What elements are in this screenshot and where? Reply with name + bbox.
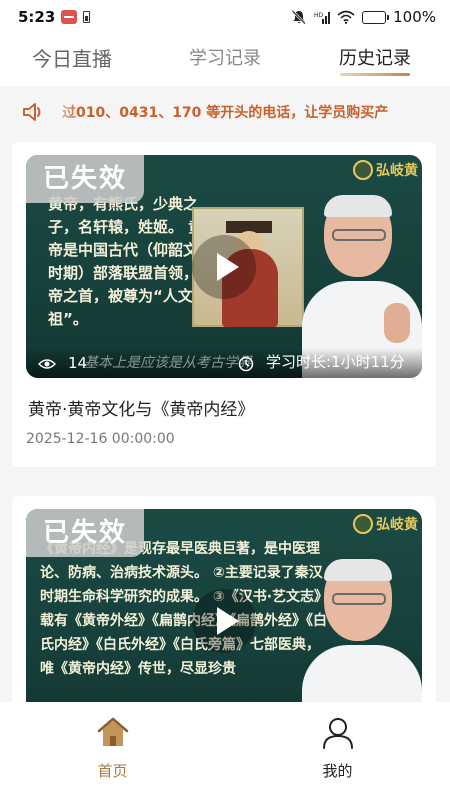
play-button[interactable]	[192, 588, 256, 653]
seal-icon	[353, 514, 373, 534]
course-card[interactable]: 黄帝，有熊氏，少典之子，名轩辕，姓姬。 黄帝是中国古代（仰韶文化时期）部落联盟首…	[12, 142, 436, 467]
thumbnail-slide-text: 黄帝，有熊氏，少典之子，名轩辕，姓姬。 黄帝是中国古代（仰韶文化时期）部落联盟首…	[48, 195, 214, 328]
bell-off-icon	[291, 10, 306, 25]
top-tabs: 今日直播 学习记录 历史记录	[0, 34, 450, 86]
status-right: HD 100%	[291, 8, 436, 26]
tab-label: 历史记录	[339, 48, 411, 69]
expired-badge: 已失效	[26, 509, 144, 557]
active-tab-indicator	[340, 73, 410, 76]
brand-logo: 弘岐黄	[353, 513, 418, 535]
home-icon	[97, 717, 128, 746]
video-thumbnail[interactable]: 《黄帝内经》是现存最早医典巨著，是中医理论、防病、治病技术源头。 ②主要记录了秦…	[26, 509, 422, 732]
clock-icon	[238, 356, 254, 372]
video-subtitle: 基本上是应该是从考古学界	[84, 355, 252, 371]
video-thumbnail[interactable]: 黄帝，有熊氏，少典之子，名轩辕，姓姬。 黄帝是中国古代（仰韶文化时期）部落联盟首…	[26, 155, 422, 378]
battery-icon	[362, 10, 390, 24]
eye-icon	[38, 359, 56, 369]
speaker-icon	[23, 103, 41, 121]
status-bar: 5:23 HD 100%	[0, 0, 450, 34]
user-icon	[322, 718, 353, 749]
course-title: 黄帝·黄帝文化与《黄帝内经》	[28, 400, 255, 420]
tab-label: 今日直播	[32, 47, 112, 71]
bottom-nav: 首页 我的	[0, 702, 450, 800]
nav-label: 首页	[97, 762, 128, 780]
status-left: 5:23	[18, 8, 91, 26]
tab-study-record[interactable]: 学习记录	[150, 34, 300, 86]
view-count: 14	[68, 354, 88, 372]
tab-history-record[interactable]: 历史记录	[300, 34, 450, 86]
seal-icon	[353, 160, 373, 180]
course-date: 2025-12-16 00:00:00	[26, 431, 175, 447]
marquee-fade	[48, 96, 78, 128]
signal-icon: HD	[314, 12, 331, 24]
notice-marquee: 过010、0431、170 等开头的电话，让学员购买产	[0, 96, 450, 128]
nav-label: 我的	[322, 762, 353, 780]
play-button[interactable]	[192, 234, 256, 299]
tab-label: 学习记录	[189, 48, 261, 69]
wifi-icon	[337, 10, 355, 24]
thumbnail-slide-text: 《黄帝内经》是现存最早医典巨著，是中医理论、防病、治病技术源头。 ②主要记录了秦…	[40, 541, 329, 677]
battery-percent: 100%	[393, 8, 436, 26]
logo-text: 弘岐黄	[376, 163, 418, 179]
logo-text: 弘岐黄	[376, 517, 418, 533]
svg-text:HD: HD	[314, 12, 324, 19]
tab-today-live[interactable]: 今日直播	[0, 34, 150, 86]
notice-text: 过010、0431、170 等开头的电话，让学员购买产	[62, 105, 389, 121]
expired-badge: 已失效	[26, 155, 144, 203]
nav-mine[interactable]: 我的	[225, 702, 450, 800]
status-time: 5:23	[18, 8, 56, 26]
brand-logo: 弘岐黄	[353, 159, 418, 181]
study-duration: 学习时长:1小时11分	[266, 353, 405, 371]
thumbnail-footer: 基本上是应该是从考古学界 14 学习时长:1小时11分	[26, 348, 422, 378]
nav-home[interactable]: 首页	[0, 702, 225, 800]
notification-app-icon	[61, 10, 78, 24]
battery-saver-icon	[83, 11, 91, 23]
